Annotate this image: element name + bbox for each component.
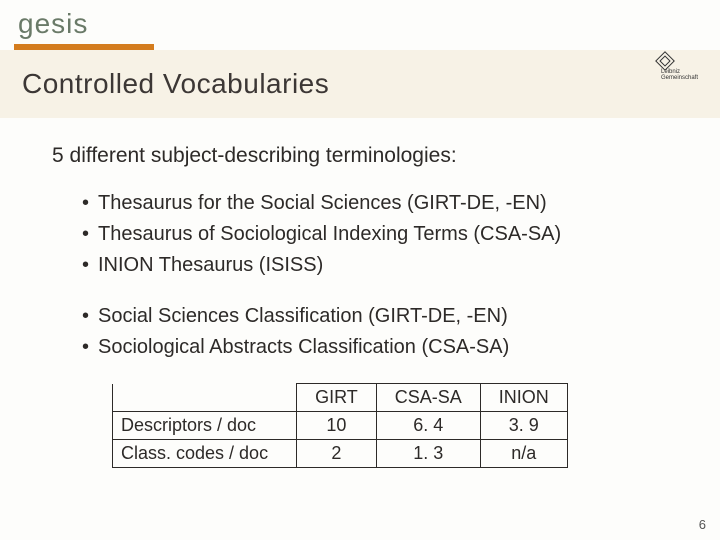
bullet-group-classifications: Social Sciences Classification (GIRT-DE,… bbox=[82, 301, 680, 363]
col-header: CSA-SA bbox=[376, 384, 480, 412]
cell: 1. 3 bbox=[376, 440, 480, 468]
intro-line: 5 different subject-describing terminolo… bbox=[52, 144, 680, 168]
cell: 10 bbox=[297, 412, 377, 440]
stats-table: GIRT CSA-SA INION Descriptors / doc 10 6… bbox=[112, 383, 568, 468]
leibniz-text: Leibniz Gemeinschaft bbox=[661, 69, 698, 81]
header: gesis Leibniz Gemeinschaft Controlled Vo… bbox=[0, 0, 720, 118]
col-header: INION bbox=[480, 384, 567, 412]
list-item: Thesaurus for the Social Sciences (GIRT-… bbox=[82, 188, 680, 219]
list-item: Social Sciences Classification (GIRT-DE,… bbox=[82, 301, 680, 332]
list-item: Sociological Abstracts Classification (C… bbox=[82, 332, 680, 363]
page-number: 6 bbox=[699, 517, 706, 532]
table-corner bbox=[113, 384, 297, 412]
page-title: Controlled Vocabularies bbox=[22, 68, 720, 100]
cell: 6. 4 bbox=[376, 412, 480, 440]
title-band: Controlled Vocabularies bbox=[0, 50, 720, 118]
list-item: INION Thesaurus (ISISS) bbox=[82, 250, 680, 281]
list-item: Thesaurus of Sociological Indexing Terms… bbox=[82, 219, 680, 250]
cell: 3. 9 bbox=[480, 412, 567, 440]
table-row: Class. codes / doc 2 1. 3 n/a bbox=[113, 440, 568, 468]
col-header: GIRT bbox=[297, 384, 377, 412]
cell: 2 bbox=[297, 440, 377, 468]
leibniz-logo: Leibniz Gemeinschaft bbox=[658, 50, 704, 76]
row-label: Descriptors / doc bbox=[113, 412, 297, 440]
gesis-logo: gesis bbox=[18, 8, 720, 40]
slide-content: 5 different subject-describing terminolo… bbox=[0, 118, 720, 468]
bullet-group-thesauri: Thesaurus for the Social Sciences (GIRT-… bbox=[82, 188, 680, 281]
table-row: Descriptors / doc 10 6. 4 3. 9 bbox=[113, 412, 568, 440]
row-label: Class. codes / doc bbox=[113, 440, 297, 468]
leibniz-mark-icon bbox=[655, 51, 675, 71]
cell: n/a bbox=[480, 440, 567, 468]
